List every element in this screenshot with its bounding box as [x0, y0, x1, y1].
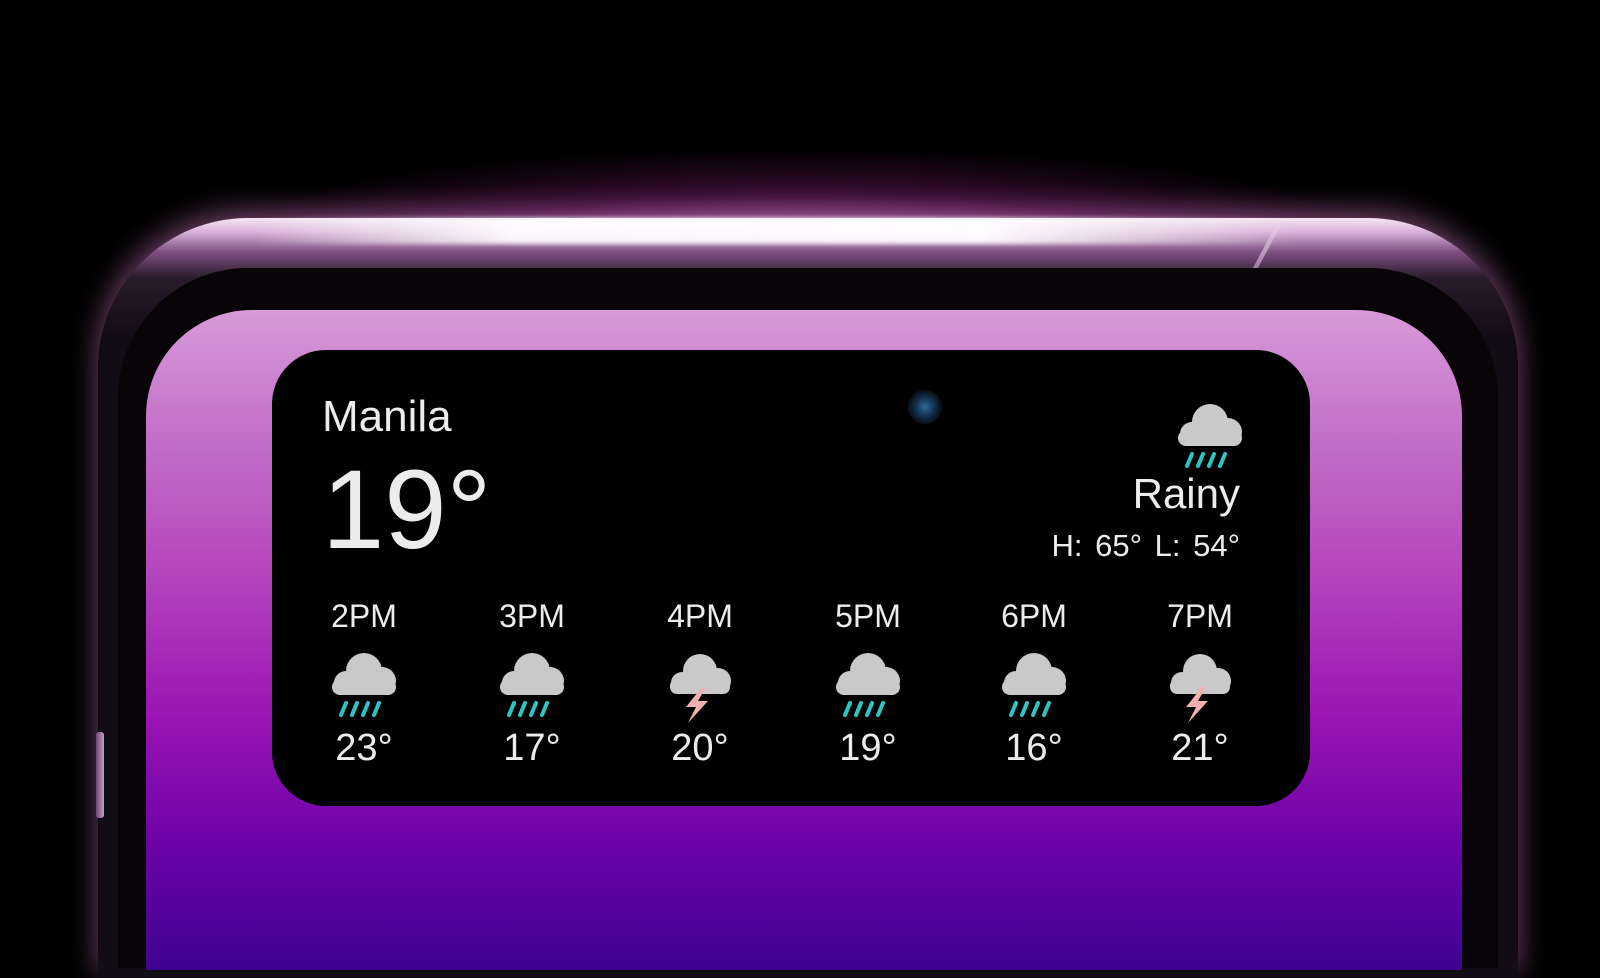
forecast-time: 4PM — [667, 598, 733, 634]
forecast-temp: 20° — [671, 727, 729, 769]
cloud-rain-icon — [1170, 396, 1250, 480]
high-low-temps: H: 65° L: 54° — [1051, 528, 1240, 563]
cloud-lightning-icon — [1150, 645, 1250, 725]
cloud-rain-icon — [818, 645, 918, 725]
front-camera — [908, 390, 942, 424]
forecast-time: 5PM — [835, 598, 901, 634]
forecast-slot[interactable]: 5PM 19° — [818, 594, 918, 784]
forecast-temp: 19° — [839, 727, 897, 769]
current-temperature: 19° — [322, 447, 492, 572]
city-name: Manila — [322, 392, 452, 441]
forecast-slot[interactable]: 6PM 16° — [984, 594, 1084, 784]
cloud-rain-icon — [984, 645, 1084, 725]
frame-highlight — [250, 218, 1300, 244]
forecast-slot[interactable]: 4PM 20° — [650, 594, 750, 784]
forecast-time: 2PM — [331, 598, 397, 634]
hourly-forecast: 2PM 23° 3PM 17° 4PM 20° 5PM 19° 6PM 16° … — [320, 594, 1258, 784]
condition-label: Rainy — [1132, 470, 1240, 517]
forecast-slot[interactable]: 7PM 21° — [1150, 594, 1250, 784]
forecast-time: 3PM — [499, 598, 565, 634]
forecast-time: 6PM — [1001, 598, 1067, 634]
forecast-slot[interactable]: 2PM 23° — [314, 594, 414, 784]
forecast-temp: 17° — [503, 727, 561, 769]
cloud-rain-icon — [482, 645, 582, 725]
forecast-temp: 21° — [1171, 727, 1229, 769]
forecast-temp: 23° — [335, 727, 393, 769]
volume-button — [96, 732, 104, 818]
forecast-slot[interactable]: 3PM 17° — [482, 594, 582, 784]
forecast-time: 7PM — [1167, 598, 1233, 634]
cloud-rain-icon — [314, 645, 414, 725]
cloud-lightning-icon — [650, 645, 750, 725]
forecast-temp: 16° — [1005, 727, 1063, 769]
